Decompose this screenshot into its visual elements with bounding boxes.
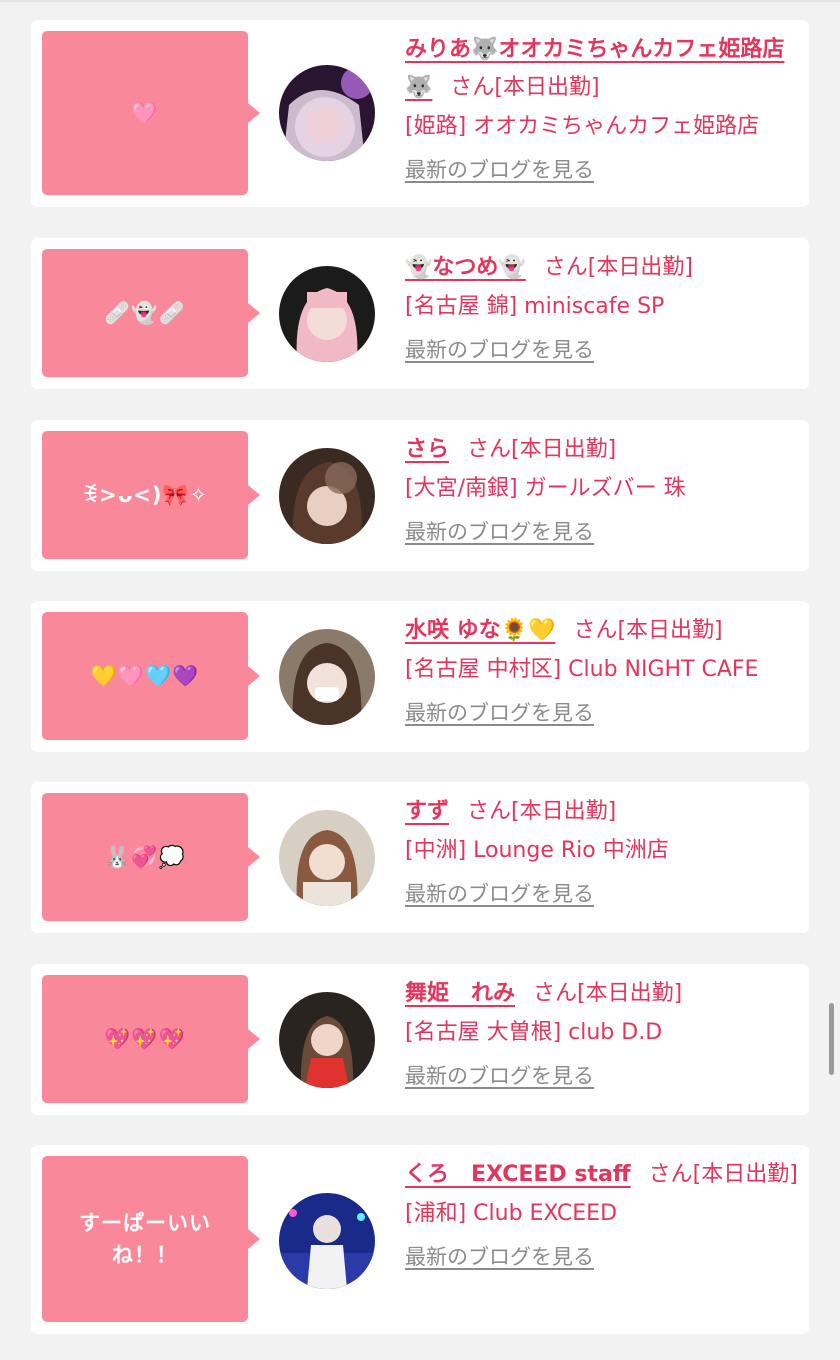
- cast-name-link[interactable]: 舞姫 れみ: [405, 981, 515, 1006]
- avatar[interactable]: [279, 266, 375, 362]
- cast-name-line: 舞姫 れみ さん[本日出勤]: [405, 975, 801, 1013]
- latest-blog-link[interactable]: 最新のブログを見る: [405, 1240, 594, 1274]
- latest-blog-link[interactable]: 最新のブログを見る: [405, 696, 594, 730]
- cast-name-line: すず さん[本日出勤]: [405, 793, 801, 831]
- latest-blog-link[interactable]: 最新のブログを見る: [405, 333, 594, 367]
- shop-name: [浦和] Club EXCEED: [405, 1201, 618, 1226]
- shop-name: [中洲] Lounge Rio 中洲店: [405, 838, 669, 863]
- comment-bubble: 🩷: [42, 31, 260, 195]
- list-item: 🩷 みりあ🐺オオカミちゃんカフェ姫路店🐺 さん[本日出勤] [姫路] オオカミちゃ…: [31, 20, 809, 207]
- list-item: 💖💖💖 舞姫 れみ さん[本日出勤] [名古屋 大曽根] club D.D 最新の…: [31, 964, 809, 1115]
- cast-info: 水咲 ゆな🌻💛 さん[本日出勤] [名古屋 中村区] Club NIGHT CAF…: [405, 612, 801, 730]
- comment-bubble: 💖💖💖: [42, 975, 260, 1103]
- comment-text: 🩷: [131, 101, 159, 125]
- latest-blog-link[interactable]: 最新のブログを見る: [405, 1059, 594, 1093]
- cast-name-line: くろ EXCEED staff さん[本日出勤]: [405, 1156, 801, 1194]
- top-divider: [0, 0, 840, 2]
- avatar[interactable]: [279, 448, 375, 544]
- avatar[interactable]: [279, 1193, 375, 1289]
- comment-text: 🐰💞💭: [104, 845, 186, 869]
- avatar[interactable]: [279, 65, 375, 161]
- comment-bubble: すーぱーいいね！！: [42, 1156, 260, 1322]
- shop-name: [名古屋 錦] miniscafe SP: [405, 294, 665, 319]
- list-item: すーぱーいいね！！ くろ EXCEED staff さん[本日出勤] [浦和] C…: [31, 1145, 809, 1334]
- cast-name-line: 👻なつめ👻 さん[本日出勤]: [405, 249, 801, 287]
- latest-blog-link[interactable]: 最新のブログを見る: [405, 515, 594, 549]
- cast-status: さん[本日出勤]: [467, 799, 617, 824]
- list-item: 🩹👻🩹 👻なつめ👻 さん[本日出勤] [名古屋 錦] miniscafe SP 最…: [31, 238, 809, 389]
- avatar[interactable]: [279, 810, 375, 906]
- cast-name-link[interactable]: 水咲 ゆな🌻💛: [405, 618, 555, 643]
- scrollbar-thumb[interactable]: [829, 1003, 834, 1075]
- cast-info: くろ EXCEED staff さん[本日出勤] [浦和] Club EXCEED…: [405, 1156, 801, 1274]
- comment-bubble: 💛🩷🩵💜: [42, 612, 260, 740]
- cast-status: さん[本日出勤]: [533, 981, 683, 1006]
- cast-status: さん[本日出勤]: [648, 1162, 798, 1187]
- avatar[interactable]: [279, 992, 375, 1088]
- cast-status: さん[本日出勤]: [467, 437, 617, 462]
- comment-text: 💛🩷🩵💜: [90, 664, 200, 688]
- shop-name: [名古屋 中村区] Club NIGHT CAFE: [405, 657, 759, 682]
- list-item: 💛🩷🩵💜 水咲 ゆな🌻💛 さん[本日出勤] [名古屋 中村区] Club NIGH…: [31, 601, 809, 752]
- cast-info: 舞姫 れみ さん[本日出勤] [名古屋 大曽根] club D.D 最新のブログを…: [405, 975, 801, 1093]
- list-item: ꉂ>ᴗ<)🎀✧ さら さん[本日出勤] [大宮/南銀] ガールズバー 珠 最新のブ…: [31, 420, 809, 571]
- cast-status: さん[本日出勤]: [543, 255, 693, 280]
- cast-info: さら さん[本日出勤] [大宮/南銀] ガールズバー 珠 最新のブログを見る: [405, 431, 801, 549]
- cast-name-link[interactable]: すず: [405, 799, 449, 824]
- cast-info: 👻なつめ👻 さん[本日出勤] [名古屋 錦] miniscafe SP 最新のブロ…: [405, 249, 801, 367]
- comment-bubble: 🩹👻🩹: [42, 249, 260, 377]
- cast-name-link[interactable]: さら: [405, 437, 449, 462]
- shop-name: [名古屋 大曽根] club D.D: [405, 1020, 663, 1045]
- cast-info: みりあ🐺オオカミちゃんカフェ姫路店🐺 さん[本日出勤] [姫路] オオカミちゃんカ…: [405, 31, 801, 187]
- shop-name: [大宮/南銀] ガールズバー 珠: [405, 476, 686, 501]
- comment-text: 💖💖💖: [104, 1027, 186, 1051]
- cast-status: さん[本日出勤]: [573, 618, 723, 643]
- list-item: 🐰💞💭 すず さん[本日出勤] [中洲] Lounge Rio 中洲店 最新のブロ…: [31, 782, 809, 933]
- cast-info: すず さん[本日出勤] [中洲] Lounge Rio 中洲店 最新のブログを見る: [405, 793, 801, 911]
- cast-name-link[interactable]: 👻なつめ👻: [405, 255, 526, 280]
- comment-text: 🩹👻🩹: [104, 301, 186, 325]
- latest-blog-link[interactable]: 最新のブログを見る: [405, 877, 594, 911]
- comment-bubble: ꉂ>ᴗ<)🎀✧: [42, 431, 260, 559]
- cast-name-line: さら さん[本日出勤]: [405, 431, 801, 469]
- cast-status: さん[本日出勤]: [450, 75, 600, 100]
- cast-name-link[interactable]: くろ EXCEED staff: [405, 1162, 631, 1187]
- cast-name-line: みりあ🐺オオカミちゃんカフェ姫路店🐺 さん[本日出勤]: [405, 31, 801, 107]
- cast-name-line: 水咲 ゆな🌻💛 さん[本日出勤]: [405, 612, 801, 650]
- avatar[interactable]: [279, 629, 375, 725]
- shop-name: [姫路] オオカミちゃんカフェ姫路店: [405, 114, 760, 139]
- comment-bubble: 🐰💞💭: [42, 793, 260, 921]
- comment-text: ꉂ>ᴗ<)🎀✧: [81, 483, 209, 507]
- latest-blog-link[interactable]: 最新のブログを見る: [405, 153, 594, 187]
- comment-text: すーぱーいいね！！: [79, 1211, 211, 1267]
